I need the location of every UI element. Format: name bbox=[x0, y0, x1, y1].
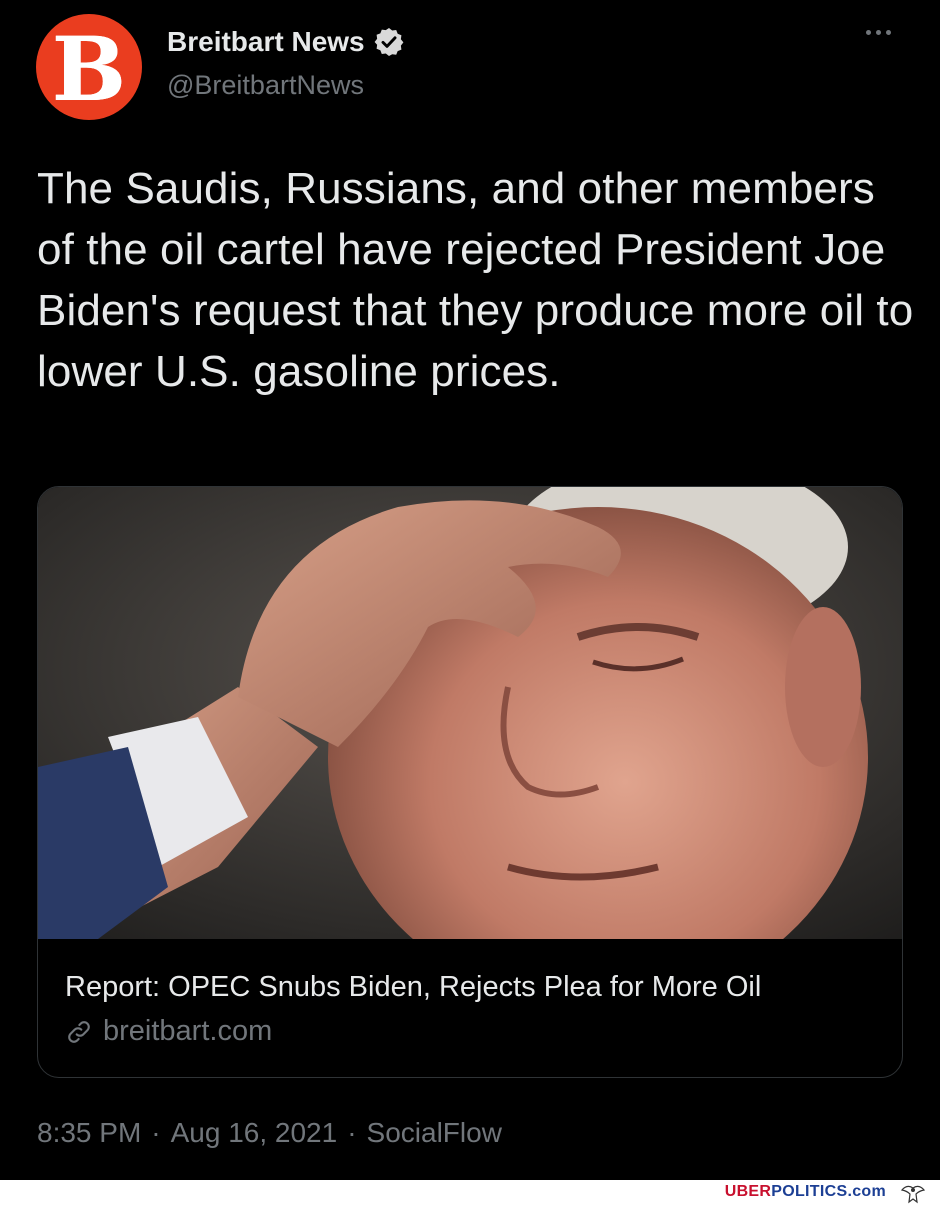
more-options-icon[interactable] bbox=[866, 30, 891, 35]
eagle-icon bbox=[900, 1185, 926, 1204]
meta-separator: · bbox=[347, 1117, 357, 1148]
link-icon bbox=[68, 1020, 90, 1043]
avatar-letter: B bbox=[51, 17, 127, 120]
watermark: UBERPOLITICS.com bbox=[725, 1183, 886, 1201]
meta-separator: · bbox=[151, 1117, 161, 1148]
watermark-part2: POLITICS.com bbox=[771, 1183, 886, 1200]
card-image[interactable] bbox=[38, 487, 902, 939]
tweet-date[interactable]: Aug 16, 2021 bbox=[171, 1117, 338, 1149]
watermark-bar: UBERPOLITICS.com bbox=[0, 1180, 940, 1205]
author-name-row: Breitbart News bbox=[167, 26, 405, 58]
watermark-part1: UBER bbox=[724, 1183, 772, 1200]
card-domain-row[interactable]: breitbart.com bbox=[65, 1015, 272, 1048]
card-domain: breitbart.com bbox=[103, 1015, 273, 1047]
tweet-text: The Saudis, Russians, and other members … bbox=[37, 164, 914, 396]
tweet-time[interactable]: 8:35 PM bbox=[37, 1117, 141, 1149]
card-title[interactable]: Report: OPEC Snubs Biden, Rejects Plea f… bbox=[65, 971, 761, 1004]
link-card[interactable]: Report: OPEC Snubs Biden, Rejects Plea f… bbox=[37, 486, 903, 1078]
display-name[interactable]: Breitbart News bbox=[167, 26, 365, 58]
handle[interactable]: @BreitbartNews bbox=[167, 70, 364, 101]
tweet-source[interactable]: SocialFlow bbox=[367, 1117, 502, 1149]
avatar[interactable]: B bbox=[36, 14, 142, 120]
verified-badge-icon bbox=[374, 28, 404, 56]
tweet-meta: 8:35 PM · Aug 16, 2021 · SocialFlow bbox=[37, 1117, 502, 1149]
